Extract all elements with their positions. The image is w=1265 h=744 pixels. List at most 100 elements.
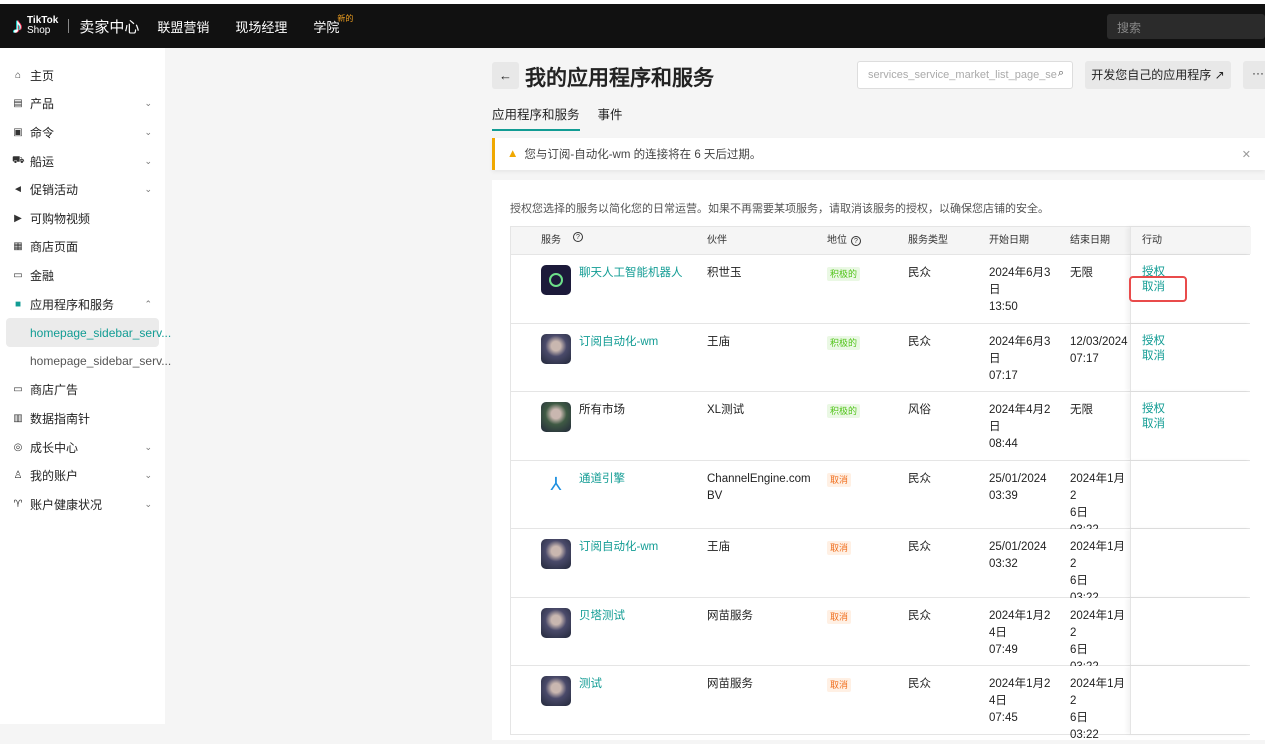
start-date-cell: 2024年1月2 4日 07:49 <box>989 609 1051 656</box>
status-cell: 取消 <box>827 666 908 734</box>
col-type: 服务类型 <box>908 235 948 246</box>
action-cell <box>1130 666 1251 734</box>
service-name[interactable]: 通道引擎 <box>579 471 625 529</box>
status-badge: 取消 <box>827 541 852 555</box>
service-name[interactable]: 聊天人工智能机器人 <box>579 265 683 323</box>
start-date-cell: 2024年4月2 日 08:44 <box>989 404 1051 450</box>
sidebar-item-label: 可购物视频 <box>30 211 91 226</box>
chevron-icon[interactable]: ⌃ <box>144 299 152 310</box>
cancel-link[interactable]: 取消 <box>1142 417 1251 432</box>
chevron-icon[interactable]: ⌄ <box>144 184 152 195</box>
sidebar-item[interactable]: ▭ 金融 <box>0 261 165 290</box>
chevron-icon[interactable]: ⌄ <box>144 156 152 167</box>
end-date-cell: 2024年1月2 6日 03:22 <box>1070 609 1125 673</box>
status-cell: 取消 <box>827 598 908 666</box>
tiktok-logo-icon: ♪ <box>12 13 23 38</box>
chevron-icon[interactable]: ⌄ <box>144 98 152 109</box>
status-badge: 积极的 <box>827 267 861 281</box>
service-name: 所有市场 <box>579 404 625 416</box>
service-name[interactable]: 贝塔测试 <box>579 608 625 666</box>
sidebar-item[interactable]: ◄ 促销活动 ⌄ <box>0 175 165 204</box>
sidebar-item[interactable]: ♙ 我的账户 ⌄ <box>0 461 165 490</box>
chevron-icon[interactable]: ⌄ <box>144 442 152 453</box>
tab-events[interactable]: 事件 <box>598 104 623 131</box>
type-cell: 民众 <box>908 541 931 553</box>
sidebar-item[interactable]: ▭ 商店广告 <box>0 376 165 405</box>
sidebar-icon: ⛟ <box>12 154 25 166</box>
status-cell: 取消 <box>827 461 908 529</box>
end-date-cell: 12/03/2024 07:17 <box>1070 335 1128 365</box>
chatbot-app-icon <box>541 265 571 295</box>
search-placeholder: services_service_market_list_page_se <box>868 69 1057 81</box>
help-icon[interactable]: ? <box>573 232 583 242</box>
sidebar-item[interactable]: ▤ 产品 ⌄ <box>0 90 165 119</box>
sidebar: ⌂ 主页 ▤ 产品 ⌄ ▣ 命令 ⌄ ⛟ 船运 ⌄ ◄ 促销活动 ⌄ ▶ 可购物视频 ▦ 商店页面 ▭ 金融 ■ 应用程序… <box>0 48 171 724</box>
sidebar-item-label: 成长中心 <box>30 440 79 455</box>
sidebar-item-label: 金融 <box>30 268 55 283</box>
tab-apps-services[interactable]: 应用程序和服务 <box>492 104 580 131</box>
sidebar-icon: ▣ <box>13 126 23 138</box>
sidebar-item[interactable]: ▶ 可购物视频 <box>0 204 165 233</box>
app-thumbnail <box>541 539 571 569</box>
sidebar-icon: ■ <box>14 298 22 310</box>
sidebar-subitem[interactable]: homepage_sidebar_serv... <box>0 347 171 376</box>
close-icon[interactable]: ✕ <box>1242 148 1251 161</box>
service-cell: 所有市场 <box>511 392 707 460</box>
highlight-box <box>1129 276 1187 302</box>
nav-academy[interactable]: 学院 新的 <box>313 14 353 36</box>
more-button[interactable]: ··· <box>1243 61 1265 89</box>
sidebar-item[interactable]: ⌂ 主页 <box>0 61 165 90</box>
app-thumbnail <box>541 402 571 432</box>
chevron-icon[interactable]: ⌄ <box>144 499 152 510</box>
develop-app-button[interactable]: 开发您自己的应用程序 ↗ <box>1085 61 1231 89</box>
action-cell: 授权 取消 <box>1130 392 1251 460</box>
nav-affiliate[interactable]: 联盟营销 <box>157 17 209 36</box>
search-icon[interactable]: ⌕ <box>1058 67 1064 80</box>
sidebar-icon: ▤ <box>13 98 23 110</box>
chevron-icon[interactable]: ⌄ <box>144 127 152 138</box>
service-name[interactable]: 订阅自动化-wm <box>579 539 658 597</box>
status-cell: 积极的 <box>827 392 908 460</box>
sidebar-subitem[interactable]: homepage_sidebar_serv... <box>6 318 171 347</box>
start-date-cell: 25/01/2024 03:39 <box>989 472 1047 502</box>
sidebar-item[interactable]: ▥ 数据指南针 <box>0 404 165 433</box>
back-button[interactable]: ← <box>492 62 519 89</box>
logo-subtext: Shop <box>27 25 51 36</box>
sidebar-icon: ◎ <box>13 441 23 453</box>
service-cell: 订阅自动化-wm <box>511 324 707 392</box>
action-cell <box>1130 529 1251 597</box>
tabs: 应用程序和服务 事件 <box>492 104 623 131</box>
sidebar-item-label: 商店页面 <box>30 240 79 255</box>
service-search-input[interactable]: services_service_market_list_page_se ⌕ <box>857 61 1073 89</box>
expiry-alert: ▲ 您与订阅-自动化-wm 的连接将在 6 天后过期。 ✕ <box>492 138 1265 170</box>
sidebar-item[interactable]: ⛟ 船运 ⌄ <box>0 147 165 176</box>
sidebar-item[interactable]: ▦ 商店页面 <box>0 233 165 262</box>
start-date-cell: 2024年6月3 日 13:50 <box>989 267 1051 313</box>
nav-live-manager[interactable]: 现场经理 <box>235 17 287 36</box>
partner-cell: 网苗服务 <box>707 678 753 690</box>
service-cell: 聊天人工智能机器人 <box>511 255 707 323</box>
chevron-icon[interactable]: ⌄ <box>144 470 152 481</box>
sidebar-icon: ▶ <box>14 212 22 224</box>
sidebar-item[interactable]: ♈ 账户健康状况 ⌄ <box>0 490 165 519</box>
divider <box>68 19 70 33</box>
sidebar-item[interactable]: ◎ 成长中心 ⌄ <box>0 433 165 462</box>
status-badge: 积极的 <box>827 335 861 350</box>
sidebar-item[interactable]: ▣ 命令 ⌄ <box>0 118 165 147</box>
sidebar-item[interactable]: ■ 应用程序和服务 ⌃ <box>0 290 165 319</box>
service-name[interactable]: 测试 <box>579 676 602 734</box>
service-name[interactable]: 订阅自动化-wm <box>579 334 658 392</box>
service-cell: 测试 <box>511 666 707 734</box>
tiktok-shop-logo[interactable]: ♪ TikTok Shop <box>12 13 58 39</box>
cancel-link[interactable]: 取消 <box>1142 349 1251 364</box>
help-icon[interactable]: ? <box>851 236 861 246</box>
end-date-cell: 2024年1月2 6日 03:22 <box>1070 541 1125 604</box>
top-search-input[interactable]: 搜索 <box>1107 14 1265 39</box>
authorize-link[interactable]: 授权 <box>1142 402 1251 417</box>
authorize-link[interactable]: 授权 <box>1142 334 1251 349</box>
end-date-cell: 无限 <box>1070 267 1093 279</box>
sidebar-icon: ♙ <box>13 470 23 482</box>
col-partner: 伙伴 <box>707 235 727 246</box>
sidebar-item-label: 产品 <box>30 97 55 112</box>
start-date-cell: 2024年1月2 4日 07:45 <box>989 678 1051 724</box>
